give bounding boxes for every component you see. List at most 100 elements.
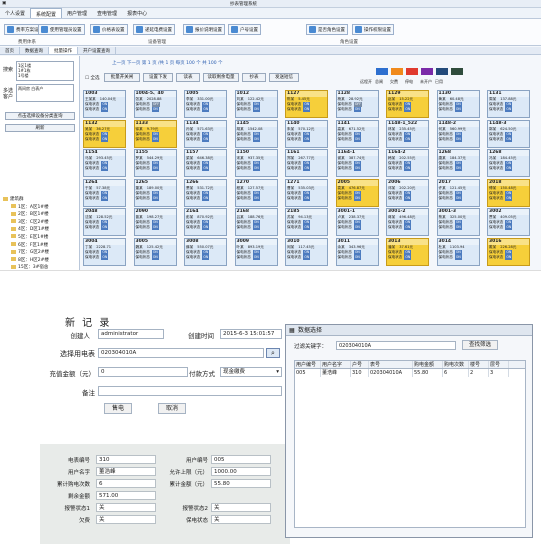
table-header-cell[interactable]: 用户编号	[295, 361, 321, 368]
amount-field[interactable]: 0	[98, 367, 188, 377]
meter-card[interactable]: 2185 苏某 94.13元 保电状态 ON 保电状态 ON	[285, 208, 328, 236]
ribbon-button-price[interactable]: 价格表设置	[90, 24, 128, 35]
check-all[interactable]: ☐ 全选	[85, 75, 99, 81]
meter-card[interactable]: 3001-2 蒋某 496.48元 保电状态 ON 保电状态 ON	[386, 208, 429, 236]
meter-card[interactable]: 1157 梁某 646.38元 保电状态 ON 保电状态 ON	[184, 149, 227, 177]
meter-card[interactable]: 1129 赵某 15.22元 保电状态 ON 保电状态 ON	[386, 90, 429, 118]
multi-select-input[interactable]: 两间房 白表户	[16, 84, 74, 102]
table-header-cell[interactable]: 用户名字	[321, 361, 351, 368]
tree-item[interactable]: 7区：G区2#楼	[3, 249, 79, 257]
meter-card[interactable]: 1140 朱某 570.12元 保电状态 ON 保电状态 ON	[285, 119, 328, 148]
meter-card[interactable]: 3004 丁某 2228.71 保电状态 ON 保电状态 ON	[83, 237, 126, 266]
meter-card[interactable]: 1134 孙某 571.63元 保电状态 ON 保电状态 ON	[184, 119, 227, 148]
menu-item[interactable]: 系统配置	[30, 8, 63, 18]
meter-select-field[interactable]: 020304010A	[98, 348, 264, 358]
send-sms-button[interactable]: 发送短信	[269, 73, 299, 82]
meter-card[interactable]: 1128 杨某 28.92元 保电状态 OFF 保电状态 ON	[335, 90, 379, 118]
meter-card[interactable]: 2006 邓某 202.20元 保电状态 ON 保电状态 ON	[386, 178, 429, 207]
meter-card[interactable]: 2018 傅某 150.48元 保电状态 ON 保电状态 ON	[487, 178, 530, 207]
meter-card[interactable]: 1164-2 韩某 202.55元 保电状态 ON 保电状态 ON	[386, 149, 429, 177]
meter-card[interactable]: 2090 曾某 198.27元 保电状态 ON 保电状态 ON	[133, 208, 177, 236]
filter-input[interactable]: 020304010A	[336, 341, 456, 350]
table-header-cell[interactable]: 表号	[369, 361, 413, 368]
meter-card[interactable]: 1161 郑某 267.77元 保电状态 ON 保电状态 ON	[285, 149, 328, 177]
ribbon-button-role[interactable]: 是否角色设置	[306, 24, 348, 35]
meter-card[interactable]: 1265 董某 189.00元 保电状态 ON 保电状态 ON	[133, 178, 177, 207]
ribbon-button-permission[interactable]: 操作权限设置	[352, 24, 394, 35]
meter-card[interactable]: 2168 吕某 188.76元 保电状态 ON 保电状态 ON	[234, 208, 278, 236]
search-input[interactable]: 1区1楼 1#1栋 1号楼	[16, 61, 74, 81]
meter-card[interactable]: 2005 袁某 476.87元 保电状态 ON 保电状态 ON	[335, 178, 379, 207]
issue-settings-button[interactable]: 设置下发	[143, 73, 173, 82]
meter-card[interactable]: 1127 陈某 5.45元 保电状态 ON 保电状态 ON	[285, 90, 328, 118]
table-header-cell[interactable]: 层号	[489, 361, 509, 368]
meter-card[interactable]: 3001-3 蔡某 325.00元 保电状态 ON 保电状态 ON	[436, 208, 480, 236]
meter-card[interactable]: 1005 李某 331.00元 保电状态 ON 保电状态 ON	[184, 90, 227, 118]
sell-button[interactable]: 售电	[104, 403, 132, 414]
read-remaining-button[interactable]: 读取剩余电量	[203, 73, 239, 82]
ribbon-button-defer[interactable]: 递延电费设置	[133, 24, 175, 35]
tree-item[interactable]: 8区：H区2#楼	[3, 257, 79, 265]
cancel-button[interactable]: 取消	[158, 403, 186, 414]
meter-card[interactable]: 1155 罗某 544.29元 保电状态 ON 保电状态 ON	[133, 149, 177, 177]
table-row[interactable]: 005 董浩峰 310 020304010A 55.80 6 2 3	[295, 369, 525, 377]
table-header-cell[interactable]: 购电金额	[413, 361, 443, 368]
creator-field[interactable]: administrator	[98, 329, 164, 339]
tree-item[interactable]: 3区：C区2#楼	[3, 219, 79, 227]
created-time-field[interactable]: 2015-6-3 15:01:57	[220, 329, 282, 339]
meter-card[interactable]: 3010 阎某 117.45元 保电状态 ON 保电状态 ON	[285, 237, 328, 266]
ribbon-button-admin[interactable]: 使用管理员设置	[38, 24, 85, 35]
meter-card[interactable]: 1141 高某 671.52元 保电状态 ON 保电状态 ON	[335, 119, 379, 148]
query-by-category-button[interactable]: 点击选择设备分类查询	[5, 112, 75, 120]
meter-card[interactable]: 1012 刘某 122.42元 保电状态 ON 保电状态 ON	[234, 90, 278, 118]
meter-card[interactable]: 3001-1 卢某 238.37元 保电状态 ON 保电状态 ON	[335, 208, 379, 236]
tab[interactable]: 开户设置查询	[78, 47, 116, 54]
meter-card[interactable]: 3008 薛某 550.07元 保电状态 ON 保电状态 ON	[184, 237, 227, 266]
ribbon-button-quote[interactable]: 报价说明设置	[183, 24, 225, 35]
tree-item[interactable]: 5区：E区1#楼	[3, 234, 79, 242]
meter-card[interactable]: 1271 曹某 535.03元 保电状态 ON 保电状态 ON	[285, 178, 328, 207]
meter-card[interactable]: 1004-5、40 张某 2028.88 保电状态 OFF 保电状态 ON	[133, 90, 177, 118]
tree-item[interactable]: 2区：B区1#楼	[3, 211, 79, 219]
tab[interactable]: 数据查询	[20, 47, 49, 54]
meter-card[interactable]: 3013 潘某 37.61元 保电状态 ON 保电状态 ON	[386, 237, 429, 266]
pager[interactable]: 上一页 下一页 第 1 页 /共 1 页 每页 100 个 共 100 个	[112, 60, 223, 66]
meter-card[interactable]: 1268 冯某 184.45元 保电状态 ON 保电状态 ON	[487, 149, 530, 177]
menu-item[interactable]: 报表中心	[122, 8, 152, 18]
meter-card[interactable]: 3011 余某 343.96元 保电状态 ON 保电状态 ON	[335, 237, 379, 266]
tree-item[interactable]: 4区：D区1#楼	[3, 226, 79, 234]
tree-item[interactable]: 6区：F区1#楼	[3, 242, 79, 250]
remark-field[interactable]	[98, 386, 282, 396]
meter-card[interactable]: 1164-1 谢某 387.74元 保电状态 ON 保电状态 ON	[335, 149, 379, 177]
meter-card[interactable]: 1133 徐某 9.79元 保电状态 ON 保电状态 ON	[133, 119, 177, 148]
lookup-icon[interactable]: ⌕	[266, 348, 280, 358]
table-header-cell[interactable]: 楼号	[469, 361, 489, 368]
tab[interactable]: 首页	[0, 47, 20, 54]
refresh-button[interactable]: 刷新	[5, 124, 75, 132]
table-header-cell[interactable]: 购电次数	[443, 361, 469, 368]
menu-item[interactable]: 查电管理	[92, 8, 122, 18]
tree-item[interactable]: 1区：A区1#楼	[3, 204, 79, 212]
meter-card[interactable]: 1148-1_522 林某 235.45元 保电状态 ON 保电状态 ON	[386, 119, 429, 148]
meter-card[interactable]: 3016 戴某 226.28元 保电状态 ON 保电状态 ON	[487, 237, 530, 266]
meter-card[interactable]: 1270 程某 127.57元 保电状态 ON 保电状态 ON	[234, 178, 278, 207]
filter-button[interactable]: 查找筛选	[462, 340, 498, 350]
meter-card[interactable]: 1268 唐某 184.37元 保电状态 ON 保电状态 ON	[436, 149, 480, 177]
meter-card[interactable]: 3002 贾某 409.05元 保电状态 ON 保电状态 ON	[487, 208, 530, 236]
payment-method-select[interactable]: 现金缴费 ▾	[220, 367, 282, 377]
meter-card[interactable]: 2048 沈某 128.52元 保电状态 ON 保电状态 ON	[83, 208, 126, 236]
meter-card[interactable]: 1132 吴某 36.27元 保电状态 ON 保电状态 ON	[83, 119, 126, 148]
meter-card[interactable]: 1150 宋某 937.35元 保电状态 ON 保电状态 ON	[234, 149, 278, 177]
meter-card[interactable]: 1145 胡某 1542.08 保电状态 ON 保电状态 ON	[234, 119, 278, 148]
meter-card[interactable]: 1130 黄某 60.48元 保电状态 ON 保电状态 ON	[436, 90, 480, 118]
meter-card[interactable]: 1154 马某 293.45元 保电状态 ON 保电状态 ON	[83, 149, 126, 177]
copy-meter-button[interactable]: 抄表	[242, 73, 266, 82]
meter-card[interactable]: 2017 许某 121.45元 保电状态 ON 保电状态 ON	[436, 178, 480, 207]
table-header-cell[interactable]: 户号	[351, 361, 369, 368]
meter-card[interactable]: 3009 叶某 893.19元 保电状态 ON 保电状态 ON	[234, 237, 278, 266]
meter-card[interactable]: 1264 于某 57.38元 保电状态 ON 保电状态 ON	[83, 178, 126, 207]
meter-card[interactable]: 1266 萧某 531.72元 保电状态 ON 保电状态 ON	[184, 178, 227, 207]
ribbon-button-account[interactable]: 户号设置	[228, 24, 261, 35]
meter-card[interactable]: 3014 杜某 1103.94 保电状态 ON 保电状态 ON	[436, 237, 480, 266]
menu-item[interactable]: 用户管理	[62, 8, 92, 18]
